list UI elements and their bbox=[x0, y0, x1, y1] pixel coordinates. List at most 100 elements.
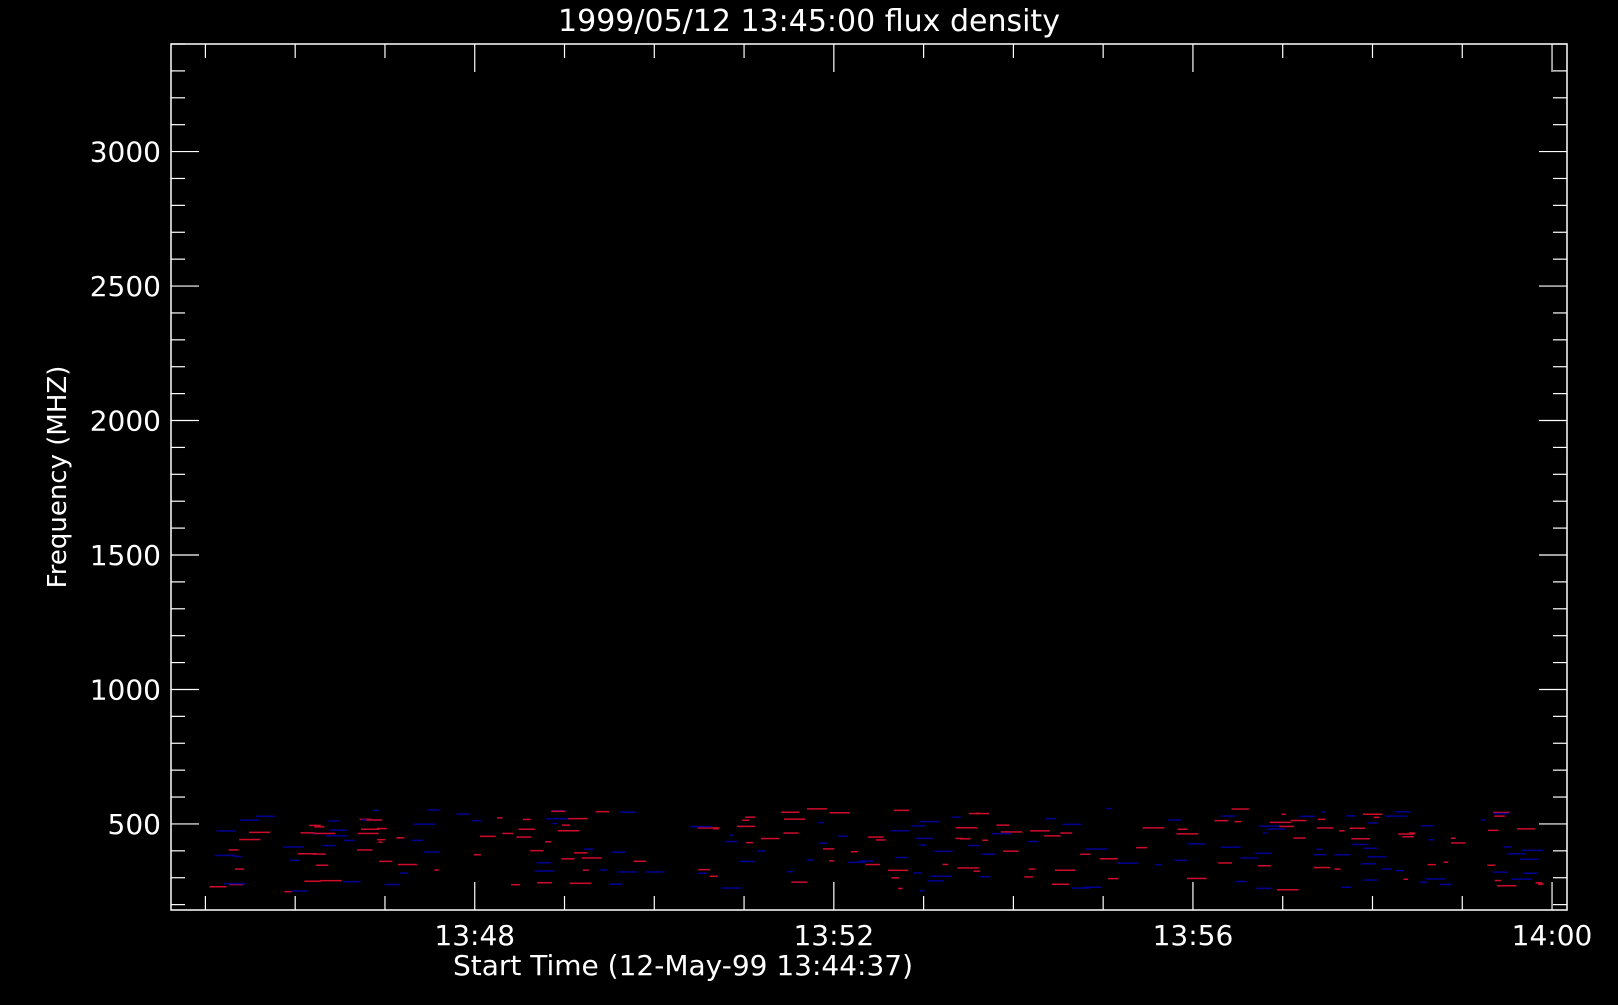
speckle bbox=[818, 842, 827, 844]
speckle bbox=[850, 851, 859, 853]
speckle bbox=[1507, 853, 1526, 855]
speckle bbox=[1403, 878, 1409, 880]
speckle bbox=[996, 824, 1010, 826]
speckle bbox=[848, 861, 866, 864]
speckle bbox=[783, 832, 799, 834]
speckle bbox=[806, 808, 827, 810]
speckle bbox=[209, 886, 227, 888]
speckle bbox=[1341, 886, 1352, 888]
x-tick-label: 14:00 bbox=[1512, 919, 1593, 952]
speckle bbox=[698, 868, 711, 871]
y-tick-label: 3000 bbox=[90, 136, 161, 169]
speckle bbox=[1385, 815, 1407, 817]
speckle bbox=[1024, 876, 1033, 878]
y-tick-label: 1000 bbox=[90, 673, 161, 706]
speckle bbox=[1167, 819, 1181, 821]
speckle bbox=[888, 869, 909, 872]
speckle bbox=[1027, 840, 1039, 843]
speckle bbox=[721, 887, 742, 889]
speckle bbox=[233, 855, 243, 858]
speckle bbox=[927, 880, 944, 882]
speckle bbox=[1373, 816, 1380, 819]
speckle bbox=[891, 877, 899, 879]
speckle bbox=[619, 811, 637, 813]
speckle bbox=[1313, 853, 1327, 856]
speckle bbox=[377, 838, 386, 841]
speckle bbox=[633, 860, 647, 862]
speckle bbox=[822, 848, 835, 850]
speckle bbox=[1117, 862, 1139, 864]
speckle bbox=[223, 882, 246, 885]
speckle bbox=[919, 844, 927, 846]
speckle bbox=[502, 832, 514, 835]
speckle bbox=[895, 856, 909, 859]
speckle bbox=[1494, 879, 1501, 882]
speckle bbox=[397, 863, 417, 866]
speckle bbox=[567, 817, 588, 820]
speckle bbox=[551, 810, 566, 813]
speckle bbox=[1060, 832, 1073, 834]
speckle bbox=[1080, 853, 1091, 855]
speckle bbox=[1419, 881, 1428, 883]
speckle bbox=[326, 835, 348, 837]
speckle bbox=[742, 819, 750, 821]
speckle bbox=[427, 809, 441, 811]
speckle bbox=[1221, 815, 1236, 817]
speckle bbox=[781, 811, 800, 813]
speckle bbox=[991, 832, 1012, 835]
speckle bbox=[1176, 833, 1199, 835]
speckle bbox=[1421, 825, 1433, 827]
speckle bbox=[919, 820, 940, 823]
y-tick-label: 1500 bbox=[90, 539, 161, 572]
speckle bbox=[745, 816, 756, 818]
speckle bbox=[973, 870, 981, 872]
y-tick-label: 2500 bbox=[90, 270, 161, 303]
speckle bbox=[1367, 822, 1378, 824]
speckle bbox=[373, 809, 379, 812]
speckle bbox=[1363, 813, 1383, 815]
speckle bbox=[1521, 849, 1544, 852]
speckle bbox=[530, 849, 544, 852]
speckle bbox=[1503, 846, 1512, 848]
speckle bbox=[756, 850, 766, 852]
speckle bbox=[1000, 831, 1023, 833]
speckle bbox=[1214, 819, 1229, 822]
speckle bbox=[952, 816, 961, 818]
speckle bbox=[1106, 807, 1112, 810]
speckle bbox=[1395, 870, 1405, 872]
speckle bbox=[320, 879, 342, 882]
speckle bbox=[1510, 878, 1533, 880]
speckle bbox=[557, 830, 579, 832]
speckle bbox=[784, 818, 805, 820]
speckle bbox=[746, 841, 753, 844]
speckle bbox=[898, 887, 903, 890]
speckle bbox=[1299, 815, 1316, 818]
speckle bbox=[1003, 850, 1019, 852]
speckle bbox=[234, 868, 244, 870]
speckle bbox=[400, 872, 409, 874]
speckle bbox=[979, 876, 991, 878]
speckle bbox=[378, 841, 383, 843]
speckle bbox=[1258, 825, 1281, 827]
speckle bbox=[760, 837, 780, 840]
speckle bbox=[216, 830, 236, 832]
speckle bbox=[328, 829, 347, 831]
speckle bbox=[736, 825, 756, 828]
speckle bbox=[343, 881, 361, 883]
speckle bbox=[1428, 839, 1434, 841]
speckle bbox=[376, 827, 387, 830]
speckle bbox=[316, 864, 329, 866]
speckle bbox=[709, 875, 718, 877]
speckle bbox=[314, 826, 325, 828]
speckle bbox=[546, 818, 569, 820]
speckle bbox=[942, 863, 949, 866]
speckle bbox=[1177, 828, 1188, 830]
speckle bbox=[569, 882, 592, 885]
speckle bbox=[357, 849, 373, 851]
speckle bbox=[456, 813, 471, 815]
speckle bbox=[214, 854, 237, 857]
speckle bbox=[1234, 820, 1242, 823]
speckle bbox=[412, 839, 424, 842]
speckle bbox=[1522, 872, 1538, 874]
speckle bbox=[239, 819, 260, 821]
